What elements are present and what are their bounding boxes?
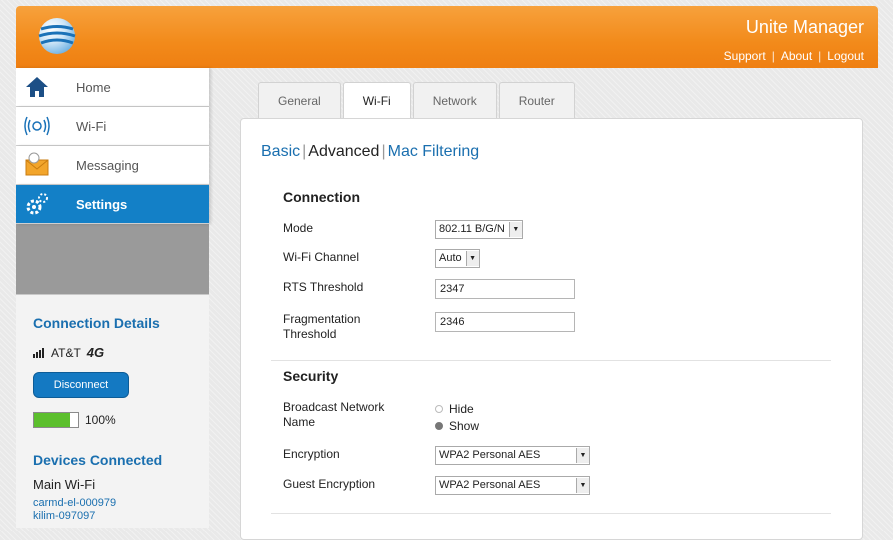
encryption-label: Encryption <box>283 447 340 461</box>
wifi-channel-label: Wi-Fi Channel <box>283 250 360 264</box>
battery-icon <box>33 412 79 428</box>
support-link[interactable]: Support <box>724 49 766 63</box>
app-header: Unite Manager Support | About | Logout <box>16 6 878 68</box>
radio-on-icon <box>435 421 443 430</box>
link-separator: | <box>818 49 822 63</box>
subnav-basic-link[interactable]: Basic <box>261 143 300 160</box>
gears-icon <box>26 193 48 215</box>
sidebar-item-wifi[interactable]: Wi-Fi <box>16 107 209 146</box>
sidebar-item-settings[interactable]: Settings <box>16 185 209 224</box>
sidebar: Home Wi-Fi Messaging Settings Connection… <box>16 68 209 528</box>
guest-encryption-value: WPA2 Personal AES <box>439 479 541 491</box>
battery-status: 100% <box>33 412 116 428</box>
section-divider <box>271 513 831 514</box>
link-separator: | <box>771 49 775 63</box>
att-globe-logo <box>38 18 76 54</box>
show-label: Show <box>449 418 480 433</box>
app-title: Unite Manager <box>745 17 864 37</box>
device-list: carmd-el-000979 kilim-097097 <box>33 497 116 523</box>
network-badge-icon: 4G <box>86 345 105 360</box>
broadcast-label-line1: Broadcast Network <box>283 400 385 414</box>
subnav-mac-filtering-link[interactable]: Mac Filtering <box>388 143 480 160</box>
tab-wifi[interactable]: Wi-Fi <box>342 82 411 121</box>
sidebar-item-label: Settings <box>76 197 128 212</box>
sidebar-spacer <box>16 224 209 294</box>
show-radio[interactable]: Show <box>435 417 479 434</box>
guest-encryption-select[interactable]: WPA2 Personal AES ▼ <box>435 476 590 495</box>
disconnect-button[interactable]: Disconnect <box>33 372 129 398</box>
signal-icon <box>33 347 44 358</box>
hide-label: Hide <box>449 401 474 416</box>
fragmentation-threshold-label: Fragmentation Threshold <box>283 312 360 342</box>
guest-encryption-label: Guest Encryption <box>283 477 376 491</box>
connection-details-panel: Connection Details AT&T 4G Disconnect 10… <box>16 294 209 528</box>
broadcast-label-line2: Name <box>283 415 316 429</box>
connection-details-title: Connection Details <box>33 315 160 331</box>
subnav-separator: | <box>302 143 307 160</box>
connection-section-title: Connection <box>283 189 360 205</box>
sidebar-item-messaging[interactable]: Messaging <box>16 146 209 185</box>
chevron-down-icon: ▼ <box>465 251 479 266</box>
about-link[interactable]: About <box>781 49 812 63</box>
wifi-channel-select[interactable]: Auto ▼ <box>435 249 480 268</box>
fragmentation-label-line2: Threshold <box>283 327 337 341</box>
tab-network[interactable]: Network <box>412 82 497 119</box>
hide-radio[interactable]: Hide <box>435 400 479 417</box>
mode-label: Mode <box>283 221 314 235</box>
sidebar-item-label: Messaging <box>76 158 139 173</box>
fragmentation-label-line1: Fragmentation <box>283 312 361 326</box>
broadcast-radio-group: Hide Show <box>435 400 479 434</box>
carrier-name: AT&T <box>51 345 81 360</box>
encryption-value: WPA2 Personal AES <box>439 449 541 461</box>
sidebar-item-label: Home <box>76 80 111 95</box>
tab-general[interactable]: General <box>258 82 341 119</box>
section-divider <box>271 360 831 361</box>
chevron-down-icon: ▼ <box>576 478 589 493</box>
encryption-select[interactable]: WPA2 Personal AES ▼ <box>435 446 590 465</box>
carrier-row: AT&T 4G <box>33 345 104 360</box>
main-wifi-label: Main Wi-Fi <box>33 477 96 492</box>
rts-threshold-input[interactable]: 2347 <box>435 279 575 299</box>
broadcast-network-name-label: Broadcast Network Name <box>283 400 384 430</box>
logout-link[interactable]: Logout <box>827 49 864 63</box>
list-item[interactable]: kilim-097097 <box>33 510 116 523</box>
radio-off-icon <box>435 404 443 413</box>
envelope-icon <box>25 152 49 176</box>
chevron-down-icon: ▼ <box>576 448 589 463</box>
settings-tabs: General Wi-Fi Network Router <box>258 82 575 121</box>
devices-connected-title: Devices Connected <box>33 452 163 468</box>
tab-router[interactable]: Router <box>498 82 575 119</box>
sidebar-item-label: Wi-Fi <box>76 119 107 134</box>
channel-value: Auto <box>439 252 462 264</box>
wifi-icon <box>24 116 50 136</box>
list-item[interactable]: carmd-el-000979 <box>33 497 116 510</box>
mode-select[interactable]: 802.11 B/G/N ▼ <box>435 220 523 239</box>
wifi-settings-panel: Basic | Advanced | Mac Filtering Connection … <box>240 118 863 540</box>
security-section-title: Security <box>283 368 339 384</box>
battery-label: 100% <box>85 413 116 427</box>
home-icon <box>26 77 48 97</box>
chevron-down-icon: ▼ <box>508 222 522 237</box>
sidebar-item-home[interactable]: Home <box>16 68 209 107</box>
battery-fill <box>34 413 71 427</box>
header-links: Support | About | Logout <box>724 49 864 63</box>
fragmentation-threshold-input[interactable]: 2346 <box>435 312 575 332</box>
subnav-advanced-link[interactable]: Advanced <box>308 143 379 160</box>
subnav: Basic | Advanced | Mac Filtering <box>261 143 479 161</box>
rts-threshold-label: RTS Threshold <box>283 280 364 294</box>
mode-value: 802.11 B/G/N <box>439 223 505 235</box>
subnav-separator: | <box>381 143 386 160</box>
